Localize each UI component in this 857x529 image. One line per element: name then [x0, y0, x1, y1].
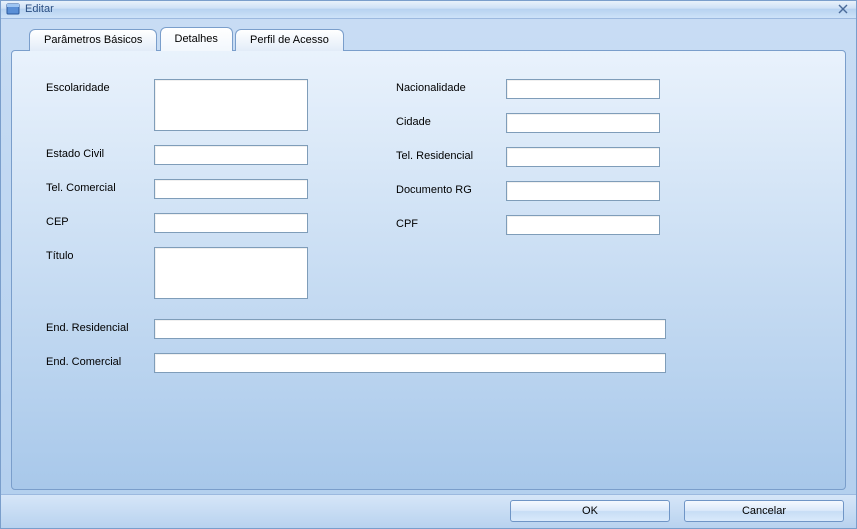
label-cpf: CPF [396, 215, 506, 230]
label-titulo: Título [46, 247, 154, 262]
label-tel-residencial: Tel. Residencial [396, 147, 506, 162]
cep-field[interactable] [154, 213, 308, 233]
tab-parametros-basicos[interactable]: Parâmetros Básicos [29, 29, 157, 51]
close-icon[interactable] [834, 1, 852, 17]
end-residencial-field[interactable] [154, 319, 666, 339]
tab-perfil-de-acesso[interactable]: Perfil de Acesso [235, 29, 344, 51]
ok-button[interactable]: OK [510, 500, 670, 522]
dialog-body: Parâmetros Básicos Detalhes Perfil de Ac… [1, 19, 856, 494]
label-nacionalidade: Nacionalidade [396, 79, 506, 94]
documento-rg-field[interactable] [506, 181, 660, 201]
cpf-field[interactable] [506, 215, 660, 235]
app-icon [5, 1, 21, 17]
estado-civil-field[interactable] [154, 145, 308, 165]
tel-comercial-field[interactable] [154, 179, 308, 199]
label-documento-rg: Documento RG [396, 181, 506, 196]
window-title: Editar [25, 3, 54, 15]
label-end-residencial: End. Residencial [46, 319, 154, 334]
label-tel-comercial: Tel. Comercial [46, 179, 154, 194]
titulo-field[interactable] [154, 247, 308, 299]
cancel-button[interactable]: Cancelar [684, 500, 844, 522]
nacionalidade-field[interactable] [506, 79, 660, 99]
label-escolaridade: Escolaridade [46, 79, 154, 94]
tel-residencial-field[interactable] [506, 147, 660, 167]
tabpanel-detalhes: Escolaridade Estado Civil Tel. Comercial [11, 50, 846, 490]
end-comercial-field[interactable] [154, 353, 666, 373]
titlebar: Editar [1, 1, 856, 19]
dialog-footer: OK Cancelar [1, 494, 856, 528]
tab-detalhes[interactable]: Detalhes [160, 27, 233, 51]
label-end-comercial: End. Comercial [46, 353, 154, 368]
edit-dialog: Editar Parâmetros Básicos Detalhes Perfi… [0, 0, 857, 529]
cidade-field[interactable] [506, 113, 660, 133]
escolaridade-field[interactable] [154, 79, 308, 131]
tabstrip: Parâmetros Básicos Detalhes Perfil de Ac… [11, 27, 846, 51]
label-cidade: Cidade [396, 113, 506, 128]
label-cep: CEP [46, 213, 154, 228]
label-estado-civil: Estado Civil [46, 145, 154, 160]
